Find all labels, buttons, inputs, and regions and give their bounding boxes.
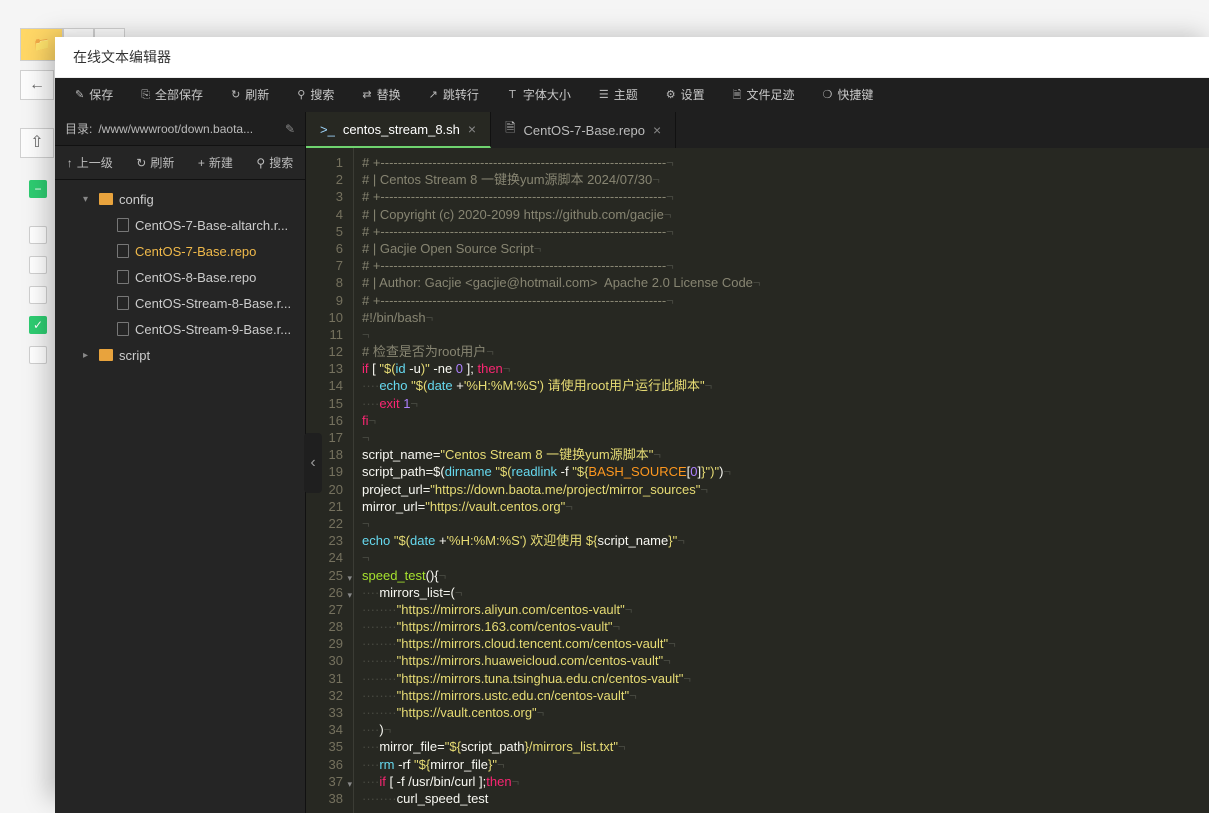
path-label: 目录:	[65, 120, 92, 137]
tree-folder-script[interactable]: ▸script	[55, 342, 305, 368]
editor-toolbar: ✎保存⎘全部保存↻刷新⚲搜索⇄替换↗跳转行Ｔ字体大小☰主题⚙设置🗎文件足迹❍快捷…	[55, 78, 1209, 112]
editor-modal: 在线文本编辑器 ✎保存⎘全部保存↻刷新⚲搜索⇄替换↗跳转行Ｔ字体大小☰主题⚙设置…	[55, 37, 1209, 799]
toolbar-设置[interactable]: ⚙设置	[652, 78, 719, 112]
toolbar-保存[interactable]: ✎保存	[61, 78, 127, 112]
toolbar-icon: ✎	[75, 78, 84, 112]
side-tool-上一级[interactable]: ↑ 上一级	[67, 154, 113, 171]
toolbar-icon: ↗	[429, 78, 438, 112]
toolbar-icon: Ｔ	[507, 78, 518, 112]
toolbar-icon: ❍	[823, 78, 833, 112]
editor-pane: ‹ >_centos_stream_8.sh×🗎CentOS-7-Base.re…	[306, 112, 1209, 813]
fold-icon[interactable]: ▾	[343, 776, 352, 785]
side-tool-搜索[interactable]: ⚲ 搜索	[256, 154, 293, 171]
file-icon	[117, 322, 129, 336]
fold-icon[interactable]: ▾	[343, 587, 352, 596]
toolbar-刷新[interactable]: ↻刷新	[217, 78, 283, 112]
tab-file-icon: 🗎	[505, 119, 515, 141]
toolbar-替换[interactable]: ⇄替换	[348, 78, 414, 112]
code-area[interactable]: 1234567891011121314151617181920212223242…	[306, 148, 1209, 813]
toolbar-icon: ↻	[231, 78, 240, 112]
tree-file-CentOS-Stream-9-Base.r...[interactable]: CentOS-Stream-9-Base.r...	[55, 316, 305, 342]
sidebar-tools: ↑ 上一级 ↻ 刷新 + 新建 ⚲ 搜索	[55, 146, 305, 180]
tab-CentOS-7-Base.repo[interactable]: 🗎CentOS-7-Base.repo×	[491, 112, 676, 148]
path-value: /www/wwwroot/down.baota...	[98, 122, 279, 136]
tree-file-CentOS-Stream-8-Base.r...[interactable]: CentOS-Stream-8-Base.r...	[55, 290, 305, 316]
current-path-row: 目录: /www/wwwroot/down.baota... ✎	[55, 112, 305, 146]
tab-close-icon[interactable]: ×	[468, 121, 476, 137]
expand-icon: ▾	[83, 194, 93, 205]
side-tool-刷新[interactable]: ↻ 刷新	[136, 154, 174, 171]
toolbar-快捷键[interactable]: ❍快捷键	[809, 78, 888, 112]
file-tree: ▾configCentOS-7-Base-altarch.r...CentOS-…	[55, 180, 305, 813]
path-edit-icon[interactable]: ✎	[285, 122, 295, 136]
modal-title: 在线文本编辑器	[55, 37, 1209, 78]
toolbar-全部保存[interactable]: ⎘全部保存	[127, 78, 217, 112]
folder-icon	[99, 193, 113, 205]
fold-icon[interactable]: ▾	[343, 570, 352, 579]
toolbar-跳转行[interactable]: ↗跳转行	[415, 78, 493, 112]
toolbar-主题[interactable]: ☰主题	[585, 78, 652, 112]
tree-folder-config[interactable]: ▾config	[55, 186, 305, 212]
file-icon	[117, 218, 129, 232]
toolbar-icon: ☰	[599, 78, 609, 112]
row-checkbox-checked[interactable]: −	[29, 180, 47, 198]
tree-file-CentOS-8-Base.repo[interactable]: CentOS-8-Base.repo	[55, 264, 305, 290]
tree-file-CentOS-7-Base.repo[interactable]: CentOS-7-Base.repo	[55, 238, 305, 264]
file-sidebar: 目录: /www/wwwroot/down.baota... ✎ ↑ 上一级 ↻ …	[55, 112, 306, 813]
toolbar-icon: ⇄	[362, 78, 371, 112]
file-icon	[117, 244, 129, 258]
row-checkbox[interactable]	[29, 256, 47, 274]
code-lines[interactable]: # +-------------------------------------…	[354, 148, 1209, 813]
file-icon	[117, 296, 129, 310]
tab-centos_stream_8.sh[interactable]: >_centos_stream_8.sh×	[306, 112, 491, 148]
toolbar-文件足迹[interactable]: 🗎文件足迹	[719, 78, 809, 112]
row-checkbox[interactable]	[29, 286, 47, 304]
toolbar-icon: 🗎	[733, 78, 742, 112]
tree-file-CentOS-7-Base-altarch.r...[interactable]: CentOS-7-Base-altarch.r...	[55, 212, 305, 238]
upload-button[interactable]: ⇧	[20, 128, 54, 158]
row-checkbox[interactable]	[29, 226, 47, 244]
editor-tabs: >_centos_stream_8.sh×🗎CentOS-7-Base.repo…	[306, 112, 1209, 148]
toolbar-icon: ⚲	[297, 78, 305, 112]
tab-file-icon: >_	[320, 122, 335, 137]
side-tool-新建[interactable]: + 新建	[198, 154, 233, 171]
file-icon	[117, 270, 129, 284]
folder-icon	[99, 349, 113, 361]
tab-close-icon[interactable]: ×	[653, 122, 661, 138]
row-checkbox-checked[interactable]: ✓	[29, 316, 47, 334]
sidebar-collapse-handle[interactable]: ‹	[304, 433, 322, 493]
expand-icon: ▸	[83, 350, 93, 361]
toolbar-搜索[interactable]: ⚲搜索	[283, 78, 348, 112]
toolbar-icon: ⚙	[666, 78, 676, 112]
toolbar-icon: ⎘	[141, 78, 150, 112]
back-button[interactable]: ←	[20, 70, 54, 100]
row-checkbox[interactable]	[29, 346, 47, 364]
toolbar-字体大小[interactable]: Ｔ字体大小	[493, 78, 585, 112]
